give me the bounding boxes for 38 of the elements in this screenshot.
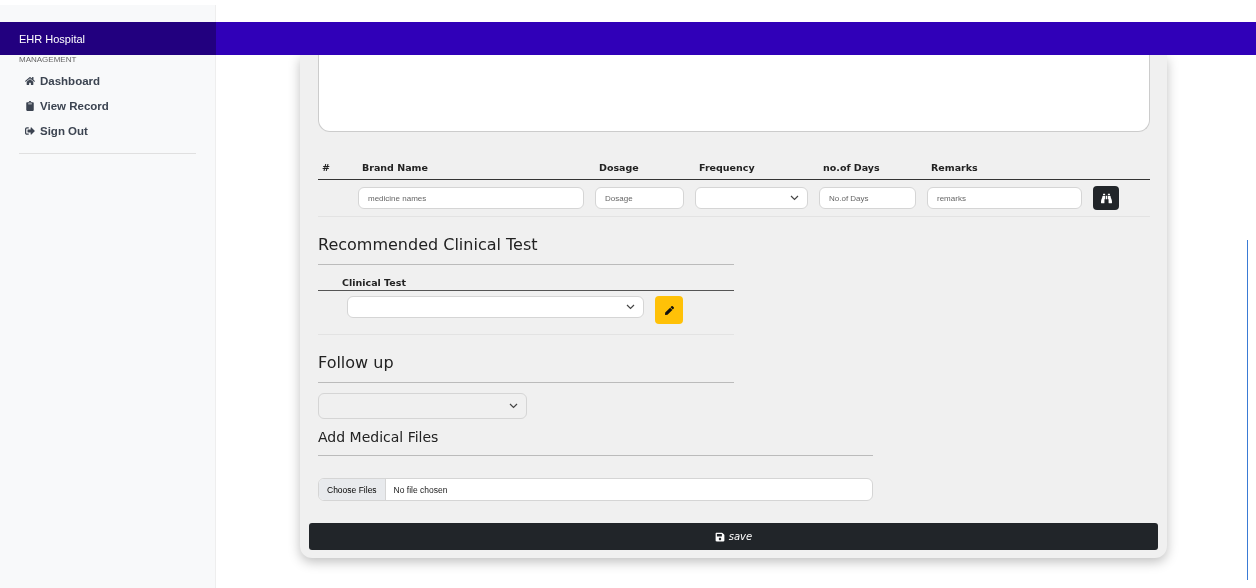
notes-textarea[interactable]	[318, 55, 1150, 132]
home-icon	[25, 75, 35, 86]
chevron-down-icon	[626, 304, 635, 310]
binoculars-icon	[1100, 192, 1112, 204]
clipboard-icon	[25, 100, 35, 111]
follow-up-select[interactable]	[318, 393, 527, 419]
column-header: #	[318, 162, 358, 180]
chevron-down-icon	[509, 403, 518, 409]
column-header: Brand Name	[358, 162, 595, 180]
brand-title: EHR Hospital	[0, 22, 216, 55]
file-input[interactable]: Choose Files No file chosen	[318, 478, 873, 501]
days-field[interactable]: No.of Days	[819, 187, 916, 209]
exit-icon	[25, 125, 35, 136]
sidebar-item[interactable]: Sign Out	[19, 118, 196, 143]
save-button[interactable]: save	[309, 523, 1158, 550]
choose-files-button[interactable]: Choose Files	[319, 479, 386, 500]
brand-name-field[interactable]: medicine names	[358, 187, 584, 209]
dosage-field[interactable]: Dosage	[595, 187, 684, 209]
column-header: no.of Days	[819, 162, 927, 180]
remarks-field[interactable]: remarks	[927, 187, 1082, 209]
sidebar-item[interactable]: View Record	[19, 93, 196, 118]
file-status: No file chosen	[392, 484, 448, 495]
chevron-down-icon	[790, 195, 799, 201]
frequency-select[interactable]	[695, 187, 808, 209]
column-header: Frequency	[695, 162, 819, 180]
column-header: Dosage	[595, 162, 695, 180]
save-icon	[714, 531, 725, 542]
binoculars-button[interactable]	[1093, 186, 1119, 210]
pen-icon	[664, 305, 674, 315]
pen-button[interactable]	[655, 296, 683, 324]
column-header: Remarks	[927, 162, 1093, 180]
section-title: Follow up	[318, 353, 395, 372]
section-title: Recommended Clinical Test	[318, 235, 539, 254]
clinical-test-select[interactable]	[347, 296, 644, 318]
sidebar-item[interactable]: Dashboard	[19, 68, 196, 93]
column-header: Clinical Test	[318, 265, 734, 291]
section-title: Add Medical Files	[318, 429, 440, 445]
sidebar-heading: MANAGEMENT	[19, 55, 78, 64]
